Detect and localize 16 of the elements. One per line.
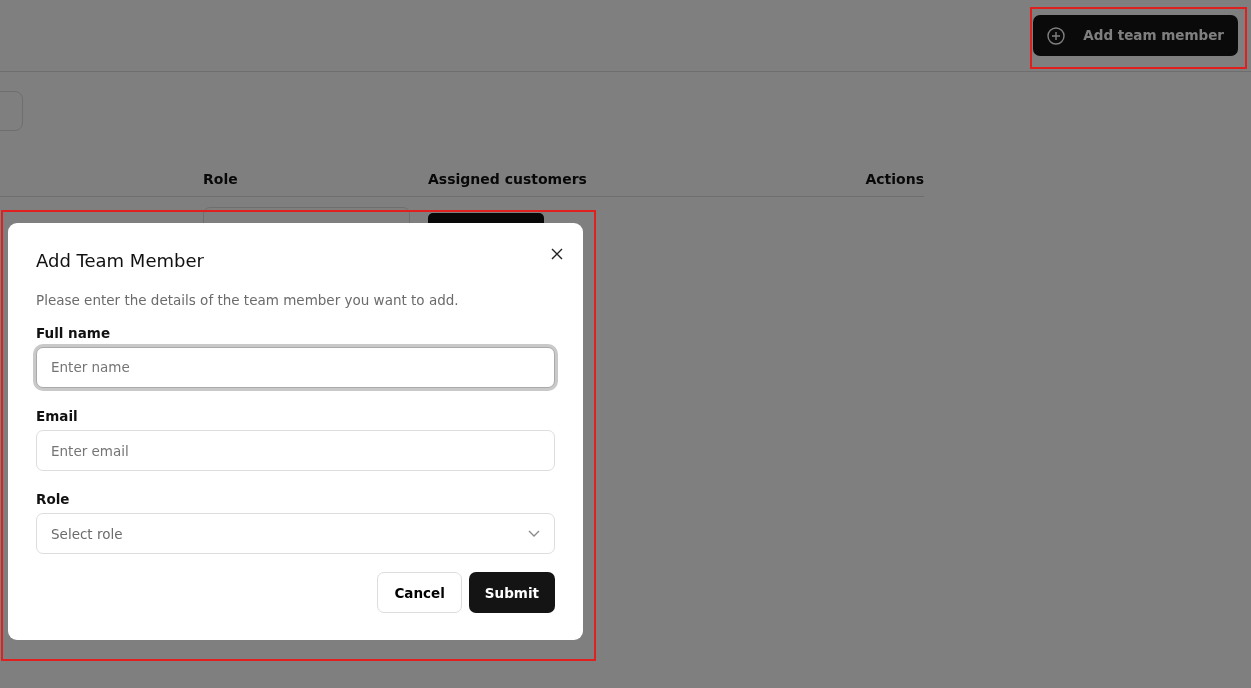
cancel-button[interactable]: Cancel [377,572,462,614]
add-team-member-button[interactable]: Add team member [1033,15,1238,56]
role-select-field[interactable]: Select role [36,513,555,555]
column-header: Role [203,163,428,197]
dialog-description: Please enter the details of the team member you want to add. [36,291,460,311]
plus-circle-icon [1047,26,1066,45]
field-label: Full name [36,324,112,341]
column-header: Assigned customers [428,163,728,197]
dialog-title: Add Team Member [36,249,205,273]
column-header: Actions [728,163,924,197]
chevron-down-icon [528,529,540,538]
field-label: Role [36,491,71,508]
select-placeholder: Select role [51,524,123,544]
input-field[interactable]: Enter name [36,346,555,388]
field-label: Email [36,407,79,424]
submit-button[interactable]: Submit [468,572,555,614]
